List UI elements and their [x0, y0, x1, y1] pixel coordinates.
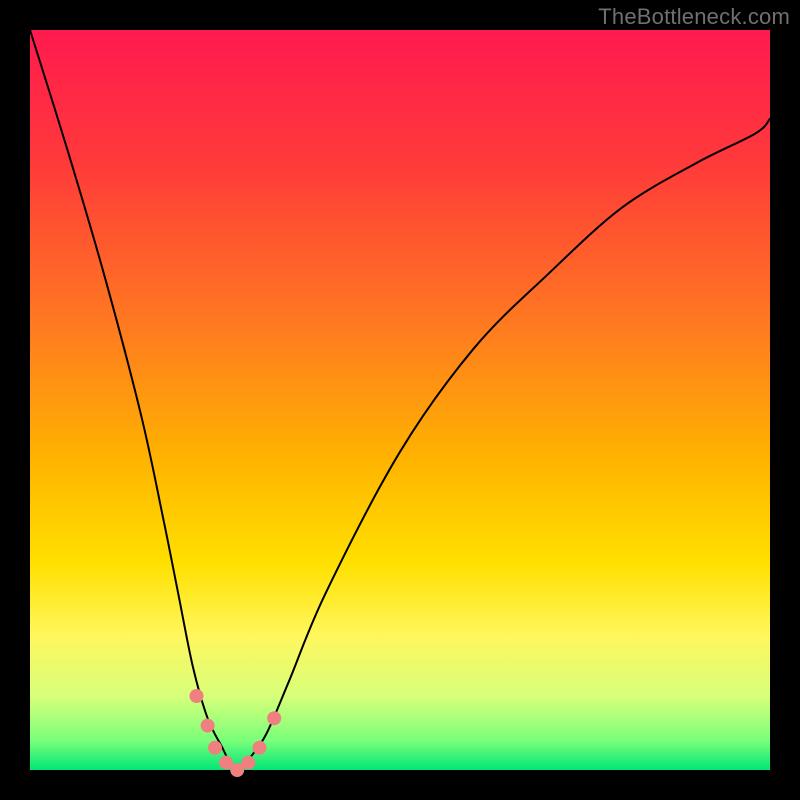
curve-marker	[208, 741, 222, 755]
curve-marker	[241, 756, 255, 770]
chart-svg	[0, 0, 800, 800]
chart-plot-background	[30, 30, 770, 770]
chart-root: TheBottleneck.com	[0, 0, 800, 800]
curve-marker	[201, 719, 215, 733]
curve-marker	[190, 689, 204, 703]
curve-marker	[252, 741, 266, 755]
curve-marker	[267, 711, 281, 725]
watermark-text: TheBottleneck.com	[598, 4, 790, 30]
